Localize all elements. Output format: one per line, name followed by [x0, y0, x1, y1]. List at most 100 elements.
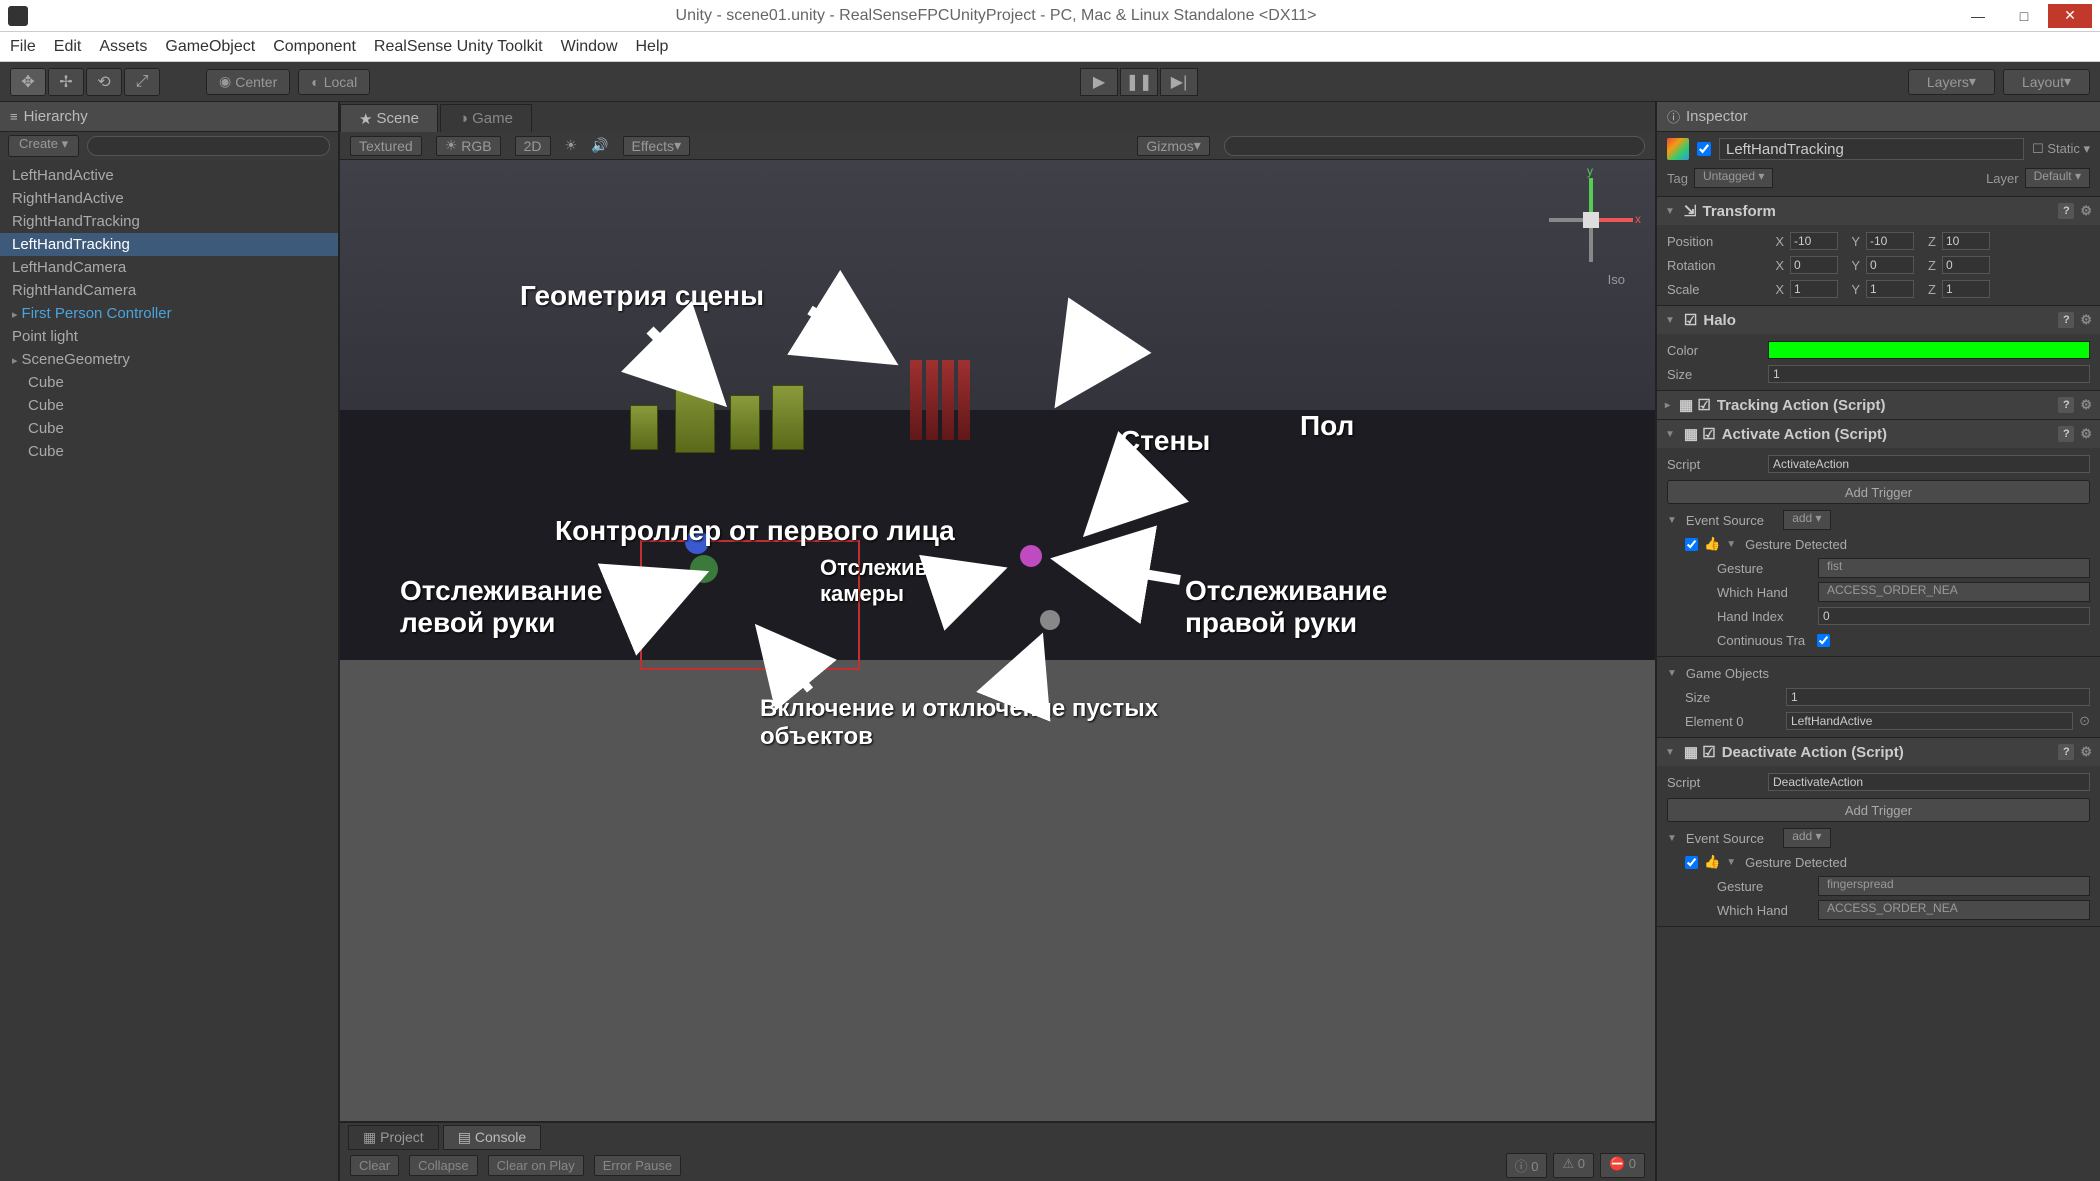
gear-icon[interactable]: ⚙	[2080, 744, 2092, 760]
tab-scene[interactable]: ★ Scene	[340, 104, 438, 132]
light-icon[interactable]: ☀	[565, 137, 578, 154]
hierarchy-item[interactable]: Cube	[0, 417, 338, 440]
tab-console[interactable]: ▤ Console	[443, 1125, 542, 1150]
scale-y[interactable]	[1866, 280, 1914, 298]
activate-action-header[interactable]: ▼▦ ☑ Activate Action (Script)?⚙	[1657, 420, 2100, 448]
hierarchy-item[interactable]: Cube	[0, 371, 338, 394]
halo-color-swatch[interactable]	[1768, 341, 2090, 359]
menu-assets[interactable]: Assets	[99, 38, 147, 56]
move-tool-icon[interactable]: ✢	[48, 68, 84, 96]
console-info-count[interactable]: ⓘ 0	[1506, 1153, 1548, 1178]
empty-object[interactable]	[1040, 610, 1060, 630]
console-warn-count[interactable]: ⚠ 0	[1553, 1153, 1594, 1178]
help-icon[interactable]: ?	[2058, 426, 2074, 442]
gear-icon[interactable]: ⚙	[2080, 203, 2092, 219]
console-clear[interactable]: Clear	[350, 1155, 399, 1176]
pivot-local-button[interactable]: ◐ Local	[298, 69, 370, 95]
maximize-button[interactable]: □	[2002, 4, 2046, 28]
tracking-action-header[interactable]: ▸▦ ☑ Tracking Action (Script)?⚙	[1657, 391, 2100, 419]
hand-index-field[interactable]	[1818, 607, 2090, 625]
camera-sphere[interactable]	[685, 530, 709, 554]
audio-icon[interactable]: 🔊	[591, 137, 608, 154]
menu-component[interactable]: Component	[273, 38, 356, 56]
hierarchy-item[interactable]: Point light	[0, 325, 338, 348]
event-source-add[interactable]: add ▾	[1783, 510, 1830, 530]
menu-window[interactable]: Window	[561, 38, 618, 56]
pos-y[interactable]	[1866, 232, 1914, 250]
inspector-tab[interactable]: ⓘInspector	[1657, 102, 2100, 132]
transform-header[interactable]: ▼⇲ Transform?⚙	[1657, 197, 2100, 225]
continuous-check[interactable]	[1817, 634, 1830, 647]
pos-z[interactable]	[1942, 232, 1990, 250]
rot-y[interactable]	[1866, 256, 1914, 274]
layout-dropdown[interactable]: Layout ▾	[2003, 69, 2090, 95]
2d-toggle[interactable]: 2D	[515, 136, 551, 156]
deactivate-add-trigger[interactable]: Add Trigger	[1667, 798, 2090, 822]
activate-script-field[interactable]	[1768, 455, 2090, 473]
shading-dropdown[interactable]: Textured	[350, 136, 422, 156]
orientation-gizmo[interactable]: y x	[1545, 174, 1635, 264]
hierarchy-item[interactable]: RightHandTracking	[0, 210, 338, 233]
tab-game[interactable]: ◑ Game	[440, 104, 532, 132]
gesture-detected-check2[interactable]	[1685, 856, 1698, 869]
layers-dropdown[interactable]: Layers ▾	[1908, 69, 1995, 95]
minimize-button[interactable]: —	[1956, 4, 2000, 28]
tab-project[interactable]: ▦ Project	[348, 1125, 439, 1150]
hierarchy-item[interactable]: LeftHandCamera	[0, 256, 338, 279]
hierarchy-item[interactable]: SceneGeometry	[0, 348, 338, 371]
which-hand-dropdown2[interactable]: ACCESS_ORDER_NEA	[1818, 900, 2090, 920]
hierarchy-item[interactable]: Cube	[0, 394, 338, 417]
layer-dropdown[interactable]: Default ▾	[2025, 168, 2090, 188]
scene-search[interactable]	[1224, 136, 1645, 156]
rotate-tool-icon[interactable]: ⟲	[86, 68, 122, 96]
activate-add-trigger[interactable]: Add Trigger	[1667, 480, 2090, 504]
menu-help[interactable]: Help	[636, 38, 669, 56]
help-icon[interactable]: ?	[2058, 744, 2074, 760]
geometry-cube[interactable]	[730, 395, 760, 450]
go-size-field[interactable]	[1786, 688, 2090, 706]
effects-dropdown[interactable]: Effects ▾	[623, 136, 691, 156]
hierarchy-search[interactable]	[87, 136, 330, 156]
menu-realsense[interactable]: RealSense Unity Toolkit	[374, 38, 543, 56]
rot-z[interactable]	[1942, 256, 1990, 274]
geometry-cube[interactable]	[675, 375, 715, 453]
geometry-cube[interactable]	[772, 385, 804, 450]
help-icon[interactable]: ?	[2058, 203, 2074, 219]
scale-z[interactable]	[1942, 280, 1990, 298]
hierarchy-item[interactable]: LeftHandTracking	[0, 233, 338, 256]
step-button[interactable]: ▶|	[1160, 68, 1198, 96]
rot-x[interactable]	[1790, 256, 1838, 274]
gear-icon[interactable]: ⚙	[2080, 426, 2092, 442]
menu-file[interactable]: File	[10, 38, 36, 56]
menu-edit[interactable]: Edit	[54, 38, 82, 56]
geometry-cylinder[interactable]	[910, 360, 922, 440]
console-collapse[interactable]: Collapse	[409, 1155, 478, 1176]
pos-x[interactable]	[1790, 232, 1838, 250]
hierarchy-item[interactable]: Cube	[0, 440, 338, 463]
gesture-dropdown2[interactable]: fingerspread	[1818, 876, 2090, 896]
geometry-cylinder[interactable]	[942, 360, 954, 440]
gameobject-name-field[interactable]	[1719, 138, 2024, 160]
hand-tool-icon[interactable]: ✥	[10, 68, 46, 96]
hierarchy-item[interactable]: RightHandCamera	[0, 279, 338, 302]
console-clear-on-play[interactable]: Clear on Play	[488, 1155, 584, 1176]
scale-x[interactable]	[1790, 280, 1838, 298]
hierarchy-item[interactable]: RightHandActive	[0, 187, 338, 210]
hierarchy-item[interactable]: First Person Controller	[0, 302, 338, 325]
scene-view[interactable]: y x Iso Геометрия сцены Стены Пол Контро…	[340, 160, 1655, 1121]
tag-dropdown[interactable]: Untagged ▾	[1694, 168, 1773, 188]
play-button[interactable]: ▶	[1080, 68, 1118, 96]
console-error-pause[interactable]: Error Pause	[594, 1155, 681, 1176]
gear-icon[interactable]: ⚙	[2080, 312, 2092, 328]
render-dropdown[interactable]: ☀ RGB	[436, 136, 501, 156]
help-icon[interactable]: ?	[2058, 312, 2074, 328]
fpc-gizmo[interactable]	[640, 540, 860, 670]
halo-header[interactable]: ▼☑ Halo?⚙	[1657, 306, 2100, 334]
event-source-add[interactable]: add ▾	[1783, 828, 1830, 848]
right-hand-sphere[interactable]	[1020, 545, 1042, 567]
gesture-detected-check[interactable]	[1685, 538, 1698, 551]
pivot-center-button[interactable]: ◉ Center	[206, 69, 290, 95]
scale-tool-icon[interactable]: ⤢	[124, 68, 160, 96]
menu-gameobject[interactable]: GameObject	[165, 38, 255, 56]
geometry-cube[interactable]	[630, 405, 658, 450]
